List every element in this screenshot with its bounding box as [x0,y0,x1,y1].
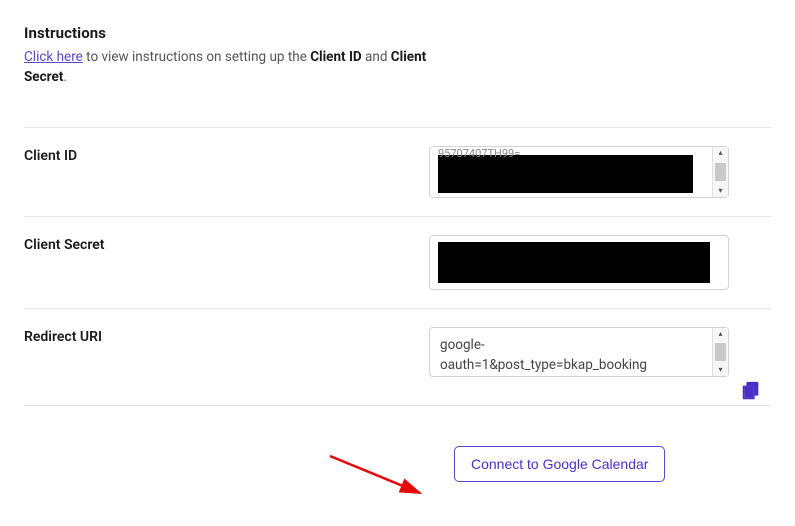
scroll-down-icon[interactable]: ▾ [713,364,728,376]
row-client-secret: Client Secret [24,216,771,308]
button-row: Connect to Google Calendar [24,405,771,482]
instr-bold-client-id: Client ID [310,49,361,65]
client-secret-label: Client Secret [24,235,429,253]
instructions-heading: Instructions [24,24,771,42]
redirect-uri-label: Redirect URI [24,327,429,345]
connect-to-google-calendar-button[interactable]: Connect to Google Calendar [454,446,665,482]
instr-t2: and [362,49,391,65]
scroll-down-icon[interactable]: ▾ [713,185,728,197]
scrollbar[interactable]: ▴ ▾ [712,147,728,197]
copy-icon[interactable] [740,380,762,406]
redacted-client-id [438,155,693,193]
uri-line2: oauth=1&post_type=bkap_booking [440,357,647,373]
instructions-link[interactable]: Click here [24,49,83,65]
redirect-uri-input[interactable]: google- oauth=1&post_type=bkap_booking ▴… [429,327,729,377]
row-redirect-uri: Redirect URI google- oauth=1&post_type=b… [24,308,771,405]
scroll-up-icon[interactable]: ▴ [713,328,728,340]
instr-after: . [63,69,67,85]
scrollbar[interactable]: ▴ ▾ [712,328,728,376]
redacted-client-secret [438,242,710,283]
row-client-id: Client ID 95707407TH99= ▴ ▾ [24,127,771,216]
scroll-up-icon[interactable]: ▴ [713,147,728,159]
client-id-label: Client ID [24,146,429,164]
client-secret-input[interactable] [429,235,729,290]
instr-t1: to view instructions on setting up the [83,49,310,65]
client-id-input[interactable]: 95707407TH99= ▴ ▾ [429,146,729,198]
instructions-text: Click here to view instructions on setti… [24,48,444,87]
uri-line1: google- [440,337,485,353]
